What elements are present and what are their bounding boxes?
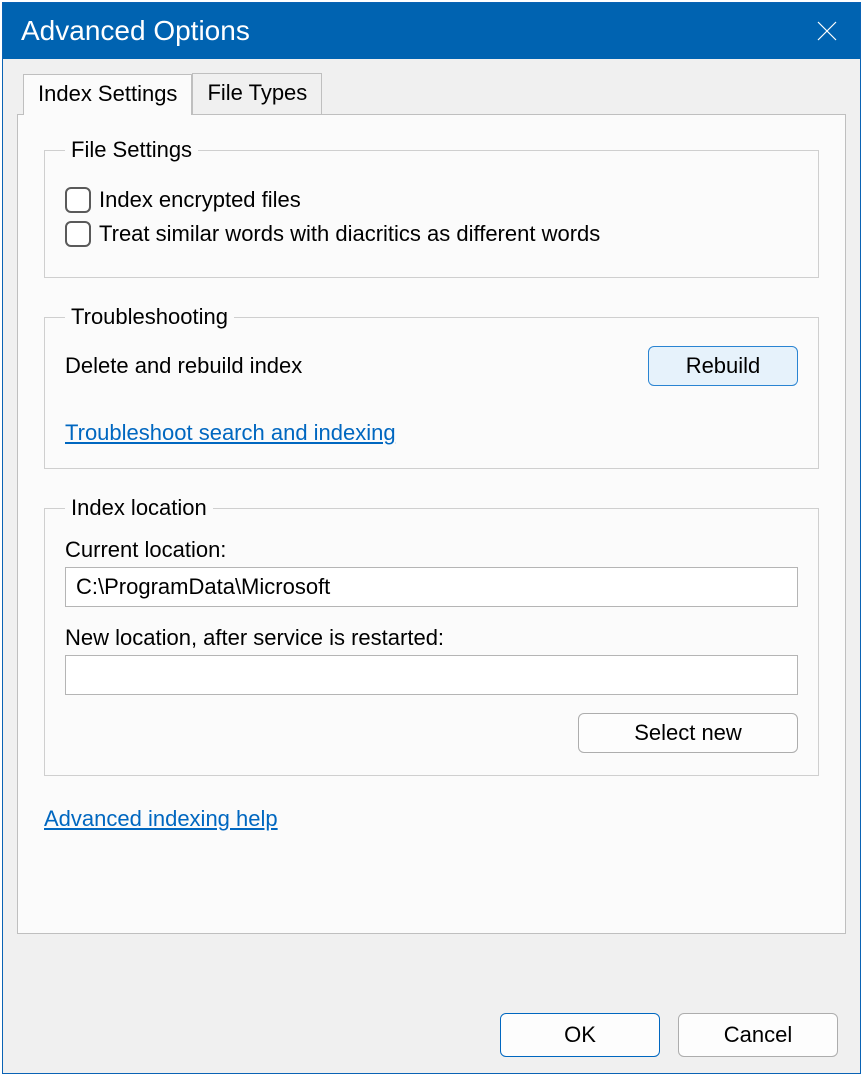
- label-index-encrypted: Index encrypted files: [99, 187, 301, 213]
- cancel-button[interactable]: Cancel: [678, 1013, 838, 1057]
- advanced-options-window: Advanced Options Index Settings File Typ…: [2, 2, 861, 1074]
- tab-file-types[interactable]: File Types: [192, 73, 322, 114]
- label-diacritics: Treat similar words with diacritics as d…: [99, 221, 600, 247]
- legend-index-location: Index location: [65, 495, 213, 521]
- tab-index-settings[interactable]: Index Settings: [23, 74, 192, 115]
- rebuild-button[interactable]: Rebuild: [648, 346, 798, 386]
- label-current-location: Current location:: [65, 537, 798, 563]
- label-new-location: New location, after service is restarted…: [65, 625, 798, 651]
- row-index-encrypted: Index encrypted files: [65, 187, 798, 213]
- window-title: Advanced Options: [21, 15, 250, 47]
- fieldset-troubleshooting: Troubleshooting Delete and rebuild index…: [44, 304, 819, 469]
- checkbox-index-encrypted[interactable]: [65, 187, 91, 213]
- legend-troubleshooting: Troubleshooting: [65, 304, 234, 330]
- troubleshoot-search-link[interactable]: Troubleshoot search and indexing: [65, 420, 396, 445]
- legend-file-settings: File Settings: [65, 137, 198, 163]
- row-rebuild: Delete and rebuild index Rebuild: [65, 346, 798, 386]
- row-diacritics: Treat similar words with diacritics as d…: [65, 221, 798, 247]
- checkbox-diacritics[interactable]: [65, 221, 91, 247]
- fieldset-file-settings: File Settings Index encrypted files Trea…: [44, 137, 819, 278]
- close-icon: [816, 20, 838, 42]
- client-area: Index Settings File Types File Settings …: [3, 59, 860, 1073]
- current-location-field[interactable]: [65, 567, 798, 607]
- label-delete-rebuild: Delete and rebuild index: [65, 353, 302, 379]
- advanced-indexing-help-link[interactable]: Advanced indexing help: [44, 806, 278, 831]
- tab-panel-index-settings: File Settings Index encrypted files Trea…: [17, 114, 846, 934]
- new-location-field[interactable]: [65, 655, 798, 695]
- select-new-button[interactable]: Select new: [578, 713, 798, 753]
- tab-strip: Index Settings File Types: [23, 73, 846, 114]
- close-button[interactable]: [794, 3, 860, 59]
- fieldset-index-location: Index location Current location: New loc…: [44, 495, 819, 776]
- dialog-buttons: OK Cancel: [500, 1013, 838, 1057]
- title-bar: Advanced Options: [3, 3, 860, 59]
- ok-button[interactable]: OK: [500, 1013, 660, 1057]
